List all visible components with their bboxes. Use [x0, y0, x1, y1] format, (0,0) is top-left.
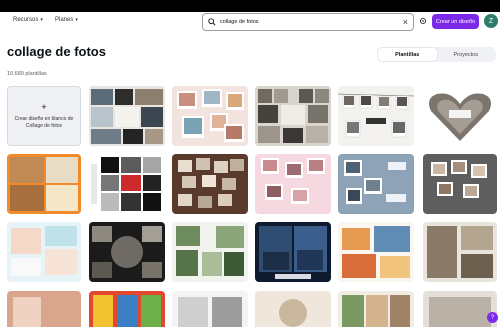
template-card[interactable] [172, 291, 248, 327]
template-card[interactable] [255, 222, 331, 282]
template-card[interactable] [338, 222, 414, 282]
template-thumbnail [89, 222, 165, 282]
template-card[interactable] [423, 86, 497, 146]
search-bar[interactable]: collage de fotos × [202, 13, 414, 31]
template-card[interactable] [423, 154, 497, 214]
template-card[interactable] [172, 222, 248, 282]
template-card[interactable] [338, 154, 414, 214]
search-icon [208, 18, 216, 26]
template-thumbnail [423, 86, 497, 146]
search-input[interactable]: collage de fotos [220, 19, 259, 25]
avatar[interactable]: Z [484, 14, 498, 28]
top-black-bar [0, 0, 500, 12]
results-count: 10.689 plantillas [7, 71, 47, 77]
template-card[interactable] [423, 291, 497, 327]
template-card[interactable] [255, 154, 331, 214]
create-blank-card[interactable]: + Crear diseño en blanco de Collage de f… [7, 86, 81, 146]
create-design-button[interactable]: Crear un diseño [432, 14, 479, 29]
template-thumbnail [89, 86, 165, 146]
template-card[interactable] [255, 291, 331, 327]
template-card[interactable] [89, 154, 165, 214]
gear-icon[interactable] [419, 17, 427, 25]
template-card[interactable] [172, 86, 248, 146]
template-card[interactable] [89, 291, 165, 327]
template-thumbnail [172, 86, 248, 146]
template-thumbnail [255, 86, 331, 146]
page-title: collage de fotos [7, 44, 106, 59]
template-thumbnail [423, 154, 497, 214]
chevron-down-icon: ▾ [75, 17, 78, 23]
template-card[interactable] [89, 86, 165, 146]
template-card[interactable] [7, 222, 81, 282]
template-thumbnail [338, 291, 414, 327]
template-thumbnail [7, 222, 81, 282]
blank-card-label: Crear diseño en blanco de Collage de fot… [14, 116, 74, 129]
template-thumbnail [255, 222, 331, 282]
template-card[interactable] [338, 291, 414, 327]
template-card[interactable] [89, 222, 165, 282]
close-icon[interactable]: × [403, 17, 408, 27]
template-thumbnail [255, 291, 331, 327]
template-thumbnail [338, 222, 414, 282]
template-thumbnail [172, 291, 248, 327]
template-thumbnail [89, 154, 165, 214]
tab-plantillas[interactable]: Plantillas [378, 48, 437, 61]
template-thumbnail [255, 154, 331, 214]
template-thumbnail [7, 291, 81, 327]
template-card[interactable] [172, 154, 248, 214]
template-thumbnail [423, 222, 497, 282]
template-thumbnail [172, 222, 248, 282]
nav-planes[interactable]: Planes ▾ [55, 17, 78, 23]
template-thumbnail [7, 154, 81, 214]
template-card[interactable] [7, 154, 81, 214]
template-thumbnail [172, 154, 248, 214]
chevron-down-icon: ▾ [40, 17, 43, 23]
help-button[interactable]: ? [487, 312, 498, 323]
template-card[interactable] [7, 291, 81, 327]
template-thumbnail [338, 154, 414, 214]
template-card[interactable] [338, 86, 414, 146]
tab-switcher: Plantillas Proyectos [377, 47, 496, 62]
template-card[interactable] [255, 86, 331, 146]
template-card[interactable] [423, 222, 497, 282]
template-thumbnail [89, 291, 165, 327]
template-thumbnail [338, 86, 414, 146]
template-thumbnail [423, 291, 497, 327]
nav-recursos[interactable]: Recursos ▾ [13, 17, 43, 23]
plus-icon: + [41, 102, 47, 112]
tab-proyectos[interactable]: Proyectos [437, 48, 496, 61]
